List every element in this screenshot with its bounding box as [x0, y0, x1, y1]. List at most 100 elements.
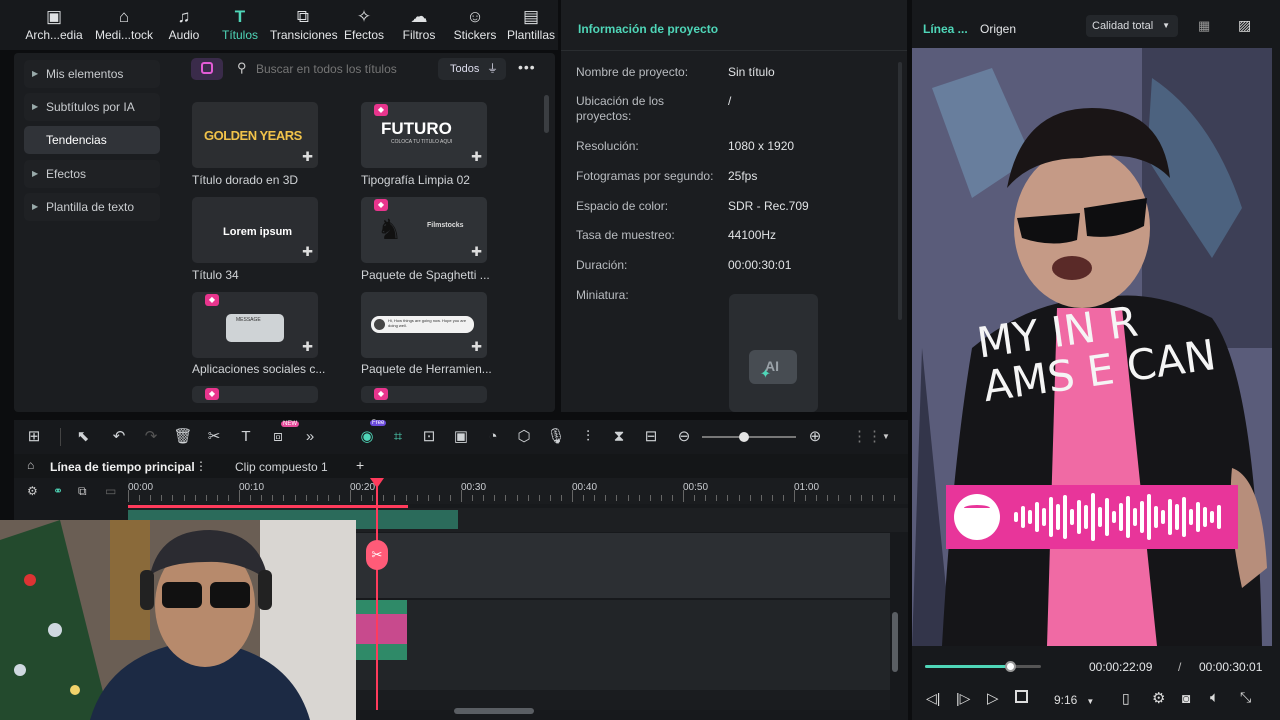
chevron-down-icon[interactable]: ▼	[882, 432, 890, 441]
delete-icon[interactable]: 🗑︎	[173, 428, 193, 446]
ruler-minor-tick	[438, 495, 440, 501]
ruler-minor-tick	[671, 495, 673, 501]
layout-grid-icon[interactable]: ⊞	[24, 428, 44, 446]
fit-to-timeline-icon[interactable]: ⊟	[641, 428, 661, 446]
tab-source-preview[interactable]: Origen	[980, 22, 1016, 36]
volume-icon[interactable]: 🔈︎	[1210, 689, 1219, 706]
audio-mixer-icon[interactable]: ⫶	[578, 428, 598, 446]
aspect-ratio-dropdown[interactable]: 9:16 ▼	[1054, 693, 1094, 707]
track-settings-icon[interactable]: ⚙	[27, 484, 38, 498]
audio-stretch-icon[interactable]: ⧗	[609, 428, 629, 446]
text-tool-icon[interactable]: T	[236, 428, 256, 446]
redo-icon[interactable]: ↷	[141, 428, 161, 446]
track-layout-icon[interactable]: ⋮⋮	[852, 428, 882, 446]
info-scrollbar[interactable]	[898, 62, 902, 320]
title-tile-34[interactable]: Lorem ipsum ✚	[192, 197, 318, 263]
settings-icon[interactable]: ⚙	[1152, 689, 1165, 707]
toolbar-item-audio[interactable]: ♫ Audio	[155, 6, 213, 48]
tab-compound-clip[interactable]: Clip compuesto 1	[235, 460, 328, 474]
toolbar-item-transitions[interactable]: ⧉ Transiciones	[270, 6, 338, 48]
add-tab-icon[interactable]: +	[356, 457, 364, 473]
camera-icon[interactable]: ◙	[1182, 690, 1190, 706]
speed-icon[interactable]: ◔	[483, 428, 503, 446]
toolbar-item-titles[interactable]: T Títulos	[211, 6, 269, 48]
chevron-right-icon: ▶	[32, 102, 39, 111]
ruler-minor-tick	[660, 495, 662, 501]
tab-main-timeline[interactable]: Línea de tiempo principal	[50, 460, 195, 474]
thumbnail-box[interactable]: AI ✦	[729, 294, 818, 412]
track-height-icon[interactable]: ▭	[105, 484, 116, 498]
barcode-bar	[1140, 501, 1144, 533]
toolbar-item-stickers[interactable]: ☺ Stickers	[446, 6, 504, 48]
sidebar-item-ai-subtitles[interactable]: ▶ Subtítulos por IA	[24, 93, 160, 121]
tab-menu-icon[interactable]: ⋮	[195, 459, 207, 473]
search-input[interactable]	[256, 58, 428, 80]
snapshot-icon[interactable]: ▨	[1238, 17, 1251, 34]
add-icon[interactable]: ✚	[471, 149, 482, 165]
playback-progress-handle[interactable]	[1004, 661, 1016, 672]
previous-frame-icon[interactable]: ◁|	[926, 690, 940, 707]
play-icon[interactable]: ▷	[987, 689, 999, 707]
more-tools-icon[interactable]: »	[300, 428, 320, 446]
microphone-icon[interactable]: 🎙︎	[546, 428, 566, 446]
toolbar-item-stock[interactable]: ⌂ Medi...tock	[95, 6, 153, 48]
split-scissors-icon[interactable]: ✂	[204, 428, 224, 446]
barcode-bar	[1189, 509, 1193, 525]
playhead-line[interactable]	[376, 480, 378, 710]
filter-button[interactable]: Todos ⏚	[438, 58, 506, 80]
toolbar-item-media[interactable]: ▣ Arch...edia	[25, 6, 83, 48]
zoom-out-icon[interactable]: ⊖	[674, 428, 694, 446]
toolbar-item-templates[interactable]: ▤ Plantillas	[502, 6, 560, 48]
add-icon[interactable]: ✚	[302, 339, 313, 355]
toolbar-item-filters[interactable]: ☁ Filtros	[390, 6, 448, 48]
zoom-in-icon[interactable]: ⊕	[805, 428, 825, 446]
link-icon[interactable]: ⚭	[53, 484, 63, 498]
timeline-h-scrollbar[interactable]	[454, 708, 534, 714]
crop-icon[interactable]: ⧈	[268, 428, 288, 446]
project-info-panel: Información de proyecto Nombre de proyec…	[561, 0, 907, 412]
zoom-slider-handle[interactable]	[739, 432, 750, 442]
title-tile-golden-years[interactable]: GOLDEN YEARS ✚	[192, 102, 318, 168]
sidebar-item-my-elements[interactable]: ▶ Mis elementos	[24, 60, 160, 88]
search-box[interactable]: ⚲	[232, 58, 430, 80]
group-icon[interactable]: ⧉	[78, 484, 87, 499]
export-frame-icon[interactable]: ▯	[1122, 690, 1130, 707]
ai-mate-icon[interactable]: ◉	[357, 428, 377, 446]
sidebar-item-text-template[interactable]: ▶ Plantilla de texto	[24, 193, 160, 221]
quality-dropdown[interactable]: Calidad total ▼	[1086, 15, 1178, 37]
auto-reframe-icon[interactable]: ⌗	[388, 428, 408, 446]
split-scissors-icon[interactable]: ✂	[366, 540, 388, 570]
more-options-icon[interactable]: •••	[518, 59, 536, 75]
tab-timeline-preview[interactable]: Línea ...	[923, 22, 968, 36]
undo-icon[interactable]: ↶	[109, 428, 129, 446]
timeline-home-icon[interactable]: ⌂	[27, 458, 34, 472]
add-icon[interactable]: ✚	[471, 244, 482, 260]
select-tool-icon[interactable]: ⬉	[73, 428, 93, 446]
mask-icon[interactable]: ⬡	[514, 428, 534, 446]
title-tile-tools[interactable]: Hi, How things are going now. Hope you a…	[361, 292, 487, 358]
add-icon[interactable]: ✚	[471, 339, 482, 355]
toolbar-item-effects[interactable]: ✧ Efectos	[335, 6, 393, 48]
ruler-minor-tick	[394, 495, 396, 501]
add-icon[interactable]: ✚	[302, 244, 313, 260]
search-icon: ⚲	[237, 60, 247, 75]
playback-progress-track[interactable]	[925, 661, 1041, 672]
ruler-minor-tick	[172, 495, 174, 501]
add-icon[interactable]: ✚	[302, 149, 313, 165]
timeline-v-scrollbar[interactable]	[892, 612, 898, 672]
grid-view-icon[interactable]: ▦	[1198, 18, 1210, 34]
fullscreen-icon[interactable]: ⤡	[1240, 689, 1251, 706]
image-enhance-icon[interactable]: ▣	[451, 428, 471, 446]
titles-scrollbar[interactable]	[544, 95, 549, 133]
stop-icon[interactable]	[1015, 690, 1028, 703]
sidebar-item-trends[interactable]: Tendencias	[24, 126, 160, 154]
next-frame-icon[interactable]: |▷	[956, 690, 970, 707]
ai-title-button[interactable]	[191, 58, 223, 80]
ruler-minor-tick	[361, 495, 363, 501]
zoom-slider-track[interactable]	[702, 432, 796, 442]
current-time: 00:00:22:09	[1089, 660, 1153, 674]
video-clip[interactable]	[355, 600, 407, 660]
ruler-minor-tick	[549, 495, 551, 501]
sidebar-item-effects[interactable]: ▶ Efectos	[24, 160, 160, 188]
keyframe-icon[interactable]: ⊡	[419, 428, 439, 446]
